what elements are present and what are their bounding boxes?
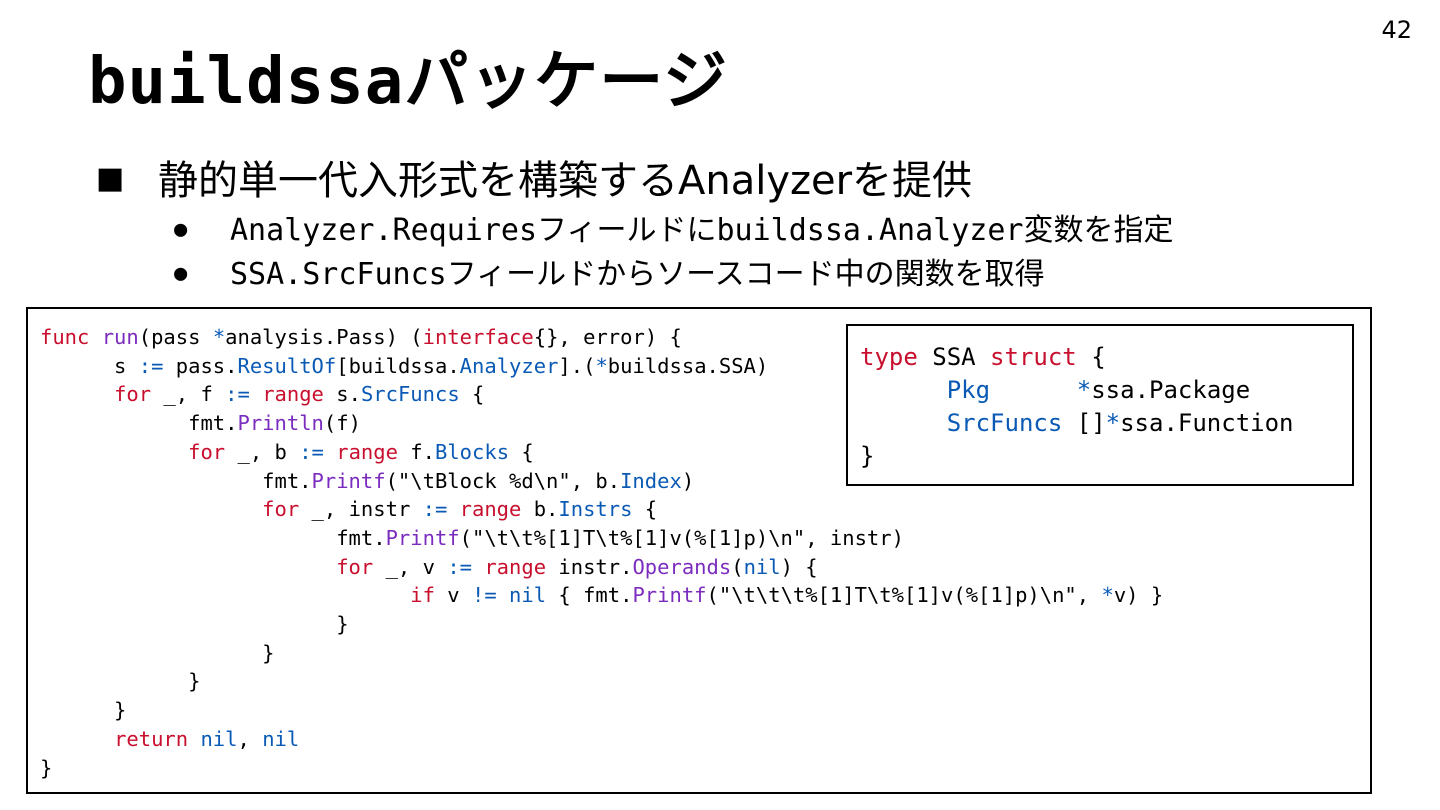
bullet-main: ■ 静的単一代入形式を構築するAnalyzerを提供 bbox=[96, 148, 972, 206]
dot-bullet-icon: ● bbox=[174, 261, 188, 286]
dot-bullet-icon: ● bbox=[174, 217, 188, 242]
code-main-line: for _, instr := range b.Instrs { bbox=[262, 497, 658, 522]
code-main-line: } bbox=[40, 698, 127, 723]
code-main-line: for _, f := range s.SrcFuncs { bbox=[114, 382, 485, 407]
bullet-sub-2: ● SSA.SrcFuncsフィールドからソースコード中の関数を取得 bbox=[174, 249, 1045, 293]
code-main-line: } bbox=[40, 755, 53, 780]
code-main-line: if v != nil { fmt.Printf("\t\t\t%[1]T\t%… bbox=[410, 583, 1164, 608]
code-main-line: } bbox=[40, 612, 349, 637]
code-main-line: for _, v := range instr.Operands(nil) { bbox=[336, 554, 818, 579]
code-main-line: func run(pass *analysis.Pass) (interface… bbox=[40, 325, 682, 349]
code-main-line: fmt.Printf("\t\t%[1]T\t%[1]v(%[1]p)\n", … bbox=[40, 525, 904, 550]
code-main-line: s := pass.ResultOf[buildssa.Analyzer].(*… bbox=[40, 353, 769, 378]
code-main-line: } bbox=[40, 669, 201, 694]
code-main-line: fmt.Println(f) bbox=[40, 411, 361, 436]
code-type-line: Pkg *ssa.Package bbox=[946, 376, 1251, 404]
page-number: 42 bbox=[1381, 16, 1412, 44]
square-bullet-icon: ■ bbox=[96, 161, 125, 196]
code-main-line: for _, b := range f.Blocks { bbox=[188, 439, 534, 464]
bullet-sub-1-text: Analyzer.Requiresフィールドにbuildssa.Analyzer… bbox=[230, 213, 1174, 248]
code-type-line: } bbox=[860, 442, 875, 470]
code-main-line: return nil, nil bbox=[114, 726, 300, 751]
code-block-type: type SSA struct { Pkg *ssa.Package SrcFu… bbox=[846, 324, 1354, 486]
slide-title: buildssaパッケージ bbox=[88, 45, 728, 119]
bullet-main-text: 静的単一代入形式を構築するAnalyzerを提供 bbox=[158, 158, 973, 204]
code-type-line: SrcFuncs []*ssa.Function bbox=[946, 409, 1294, 437]
code-main-line: } bbox=[40, 640, 275, 665]
bullet-sub-1: ● Analyzer.Requiresフィールドにbuildssa.Analyze… bbox=[174, 205, 1174, 249]
code-type-line: type SSA struct { bbox=[860, 343, 1106, 371]
code-type: type SSA struct { Pkg *ssa.Package SrcFu… bbox=[860, 341, 1294, 473]
code-main-line: fmt.Printf("\tBlock %d\n", b.Index) bbox=[40, 468, 695, 493]
bullet-sub-2-text: SSA.SrcFuncsフィールドからソースコード中の関数を取得 bbox=[230, 257, 1045, 292]
